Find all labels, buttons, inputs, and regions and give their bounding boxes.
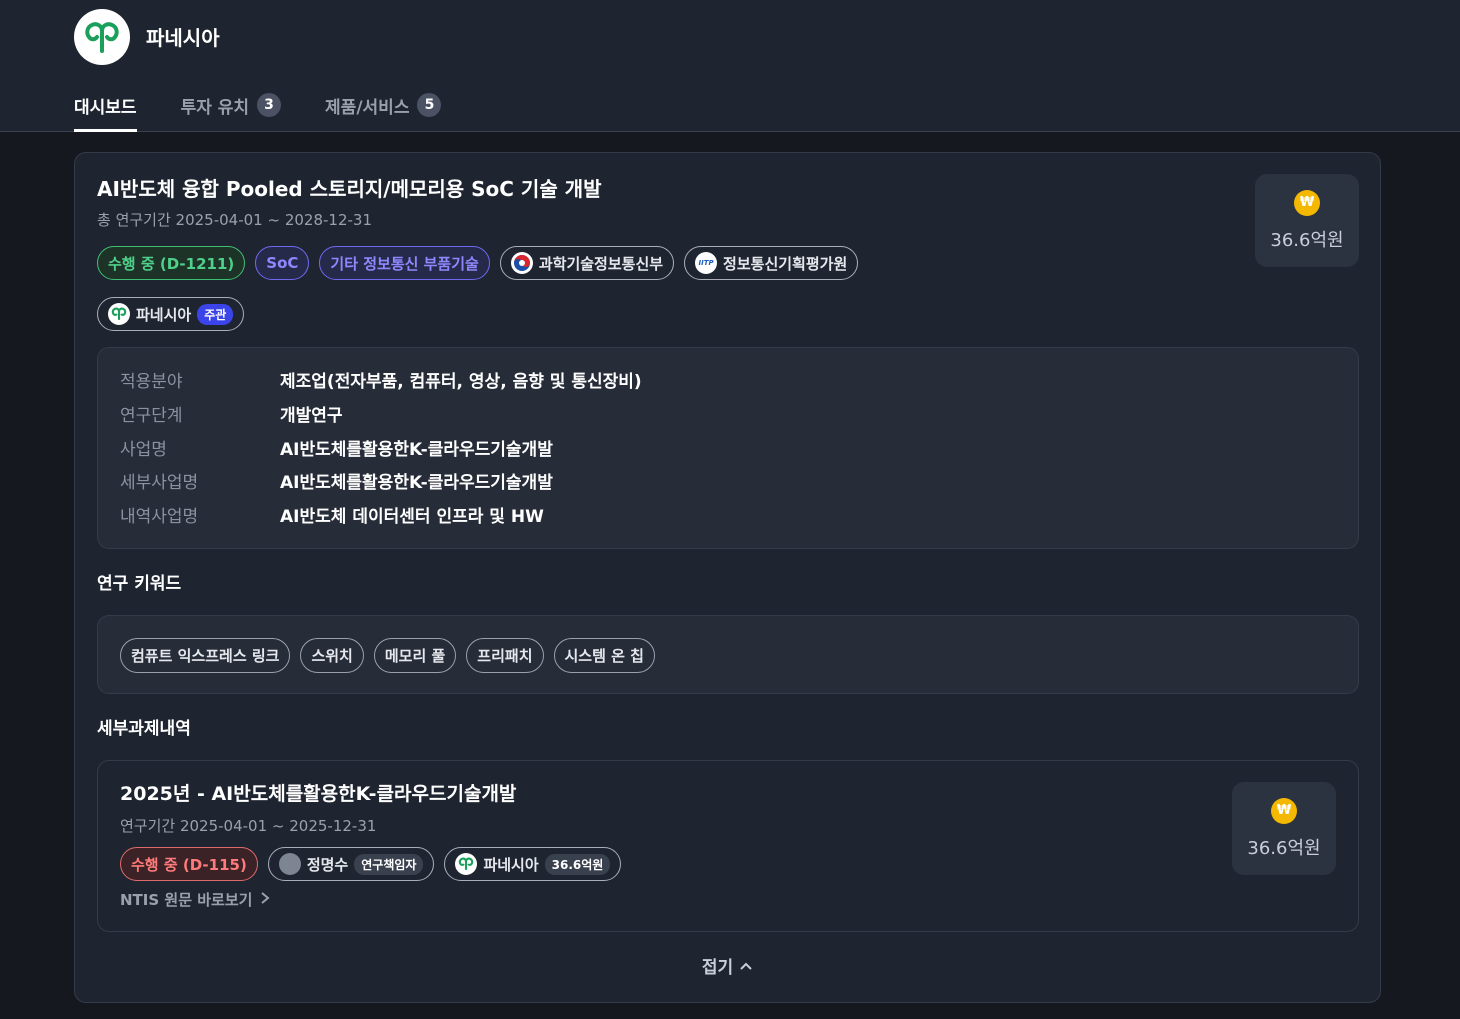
project-info-box: 적용분야 제조업(전자부품, 컴퓨터, 영상, 음향 및 통신장비) 연구단계 …	[97, 347, 1359, 549]
project-chips: 수행 중 (D-1211) SoC 기타 정보통신 부품기술 과학기술정보통신부…	[97, 246, 859, 280]
status-chip: 수행 중 (D-115)	[120, 847, 258, 881]
lead-org-row: 파네시아 주관	[97, 297, 245, 331]
lead-badge: 주관	[197, 303, 234, 325]
keyword-chip[interactable]: 스위치	[300, 638, 364, 673]
won-coin-icon: ₩	[1271, 797, 1297, 824]
project-amount: 36.6억원	[1270, 229, 1344, 251]
subtasks-heading: 세부과제내역	[97, 719, 191, 739]
ntis-link-label: NTIS 원문 바로보기	[120, 891, 253, 909]
info-label: 사업명	[120, 440, 167, 460]
info-label: 내역사업명	[120, 507, 199, 527]
tab-label: 투자 유치	[180, 97, 250, 118]
keyword-chip[interactable]: 메모리 풀	[373, 638, 457, 673]
project-title: AI반도체 융합 Pooled 스토리지/메모리용 SoC 기술 개발	[97, 177, 602, 201]
project-card: AI반도체 융합 Pooled 스토리지/메모리용 SoC 기술 개발 총 연구…	[74, 152, 1381, 1003]
info-value: AI반도체를활용한K-클라우드기술개발	[280, 440, 553, 460]
subtask-chips: 수행 중 (D-115) 정명수 연구책임자 파네시아 36.6억원	[120, 847, 622, 881]
org-chip[interactable]: 파네시아 36.6억원	[444, 847, 622, 881]
company-name: 파네시아	[146, 26, 220, 50]
info-row: 세부사업명 AI반도체를활용한K-클라우드기술개발	[120, 468, 553, 493]
subtask-title: 2025년 - AI반도체를활용한K-클라우드기술개발	[120, 783, 517, 805]
agency-chip[interactable]: IITP 정보통신기획평가원	[684, 246, 859, 280]
project-amount-box: ₩ 36.6억원	[1255, 174, 1359, 267]
info-label: 적용분야	[120, 372, 183, 392]
info-label: 세부사업명	[120, 473, 199, 493]
keywords-heading: 연구 키워드	[97, 574, 182, 594]
chip-label: 파네시아	[136, 305, 192, 324]
researcher-name: 정명수	[306, 855, 349, 874]
ntis-link[interactable]: NTIS 원문 바로보기	[120, 889, 270, 910]
collapse-label: 접기	[701, 958, 734, 978]
korea-emblem-icon	[510, 252, 533, 274]
collapse-button[interactable]: 접기	[75, 953, 1380, 978]
iitp-logo-icon: IITP	[695, 252, 718, 274]
keyword-chip[interactable]: 프리패치	[466, 638, 544, 673]
company-logo-icon[interactable]	[74, 9, 130, 65]
keyword-chip[interactable]: 시스템 온 칩	[553, 638, 655, 673]
info-row: 연구단계 개발연구	[120, 401, 343, 426]
info-row: 적용분야 제조업(전자부품, 컴퓨터, 영상, 음향 및 통신장비)	[120, 367, 642, 392]
org-amount-badge: 36.6억원	[544, 853, 611, 875]
tab-count-badge: 3	[257, 93, 282, 117]
tag-chip[interactable]: SoC	[255, 246, 310, 280]
info-value: AI반도체를활용한K-클라우드기술개발	[280, 473, 553, 493]
info-row: 사업명 AI반도체를활용한K-클라우드기술개발	[120, 435, 553, 460]
tab-label: 제품/서비스	[325, 97, 410, 118]
keyword-list: 컴퓨트 익스프레스 링크 스위치 메모리 풀 프리패치 시스템 온 칩	[120, 638, 655, 673]
company-logo-icon	[108, 303, 130, 325]
chevron-right-icon	[260, 891, 270, 909]
keyword-chip[interactable]: 컴퓨트 익스프레스 링크	[120, 638, 291, 673]
project-period: 총 연구기간 2025-04-01 ~ 2028-12-31	[97, 211, 372, 229]
chip-label: 과학기술정보통신부	[538, 254, 664, 273]
top-bar: 파네시아 대시보드 투자 유치 3 제품/서비스 5	[0, 0, 1460, 132]
tab-products[interactable]: 제품/서비스 5	[325, 92, 442, 118]
lead-org-chip[interactable]: 파네시아 주관	[97, 297, 245, 331]
won-coin-icon: ₩	[1294, 189, 1320, 216]
tab-label: 대시보드	[74, 97, 137, 118]
subtask-amount-box: ₩ 36.6억원	[1232, 782, 1336, 875]
tag-chip[interactable]: 기타 정보통신 부품기술	[319, 246, 490, 280]
subtask-card: 2025년 - AI반도체를활용한K-클라우드기술개발 연구기간 2025-04…	[97, 760, 1359, 932]
company-logo-icon	[455, 853, 478, 875]
tab-bar: 대시보드 투자 유치 3 제품/서비스 5	[74, 92, 442, 132]
role-badge: 연구책임자	[354, 853, 424, 875]
ministry-chip[interactable]: 과학기술정보통신부	[499, 246, 675, 280]
info-label: 연구단계	[120, 406, 183, 426]
org-name: 파네시아	[483, 855, 539, 874]
subtask-amount: 36.6억원	[1247, 837, 1321, 859]
researcher-chip[interactable]: 정명수 연구책임자	[267, 847, 435, 881]
info-value: 제조업(전자부품, 컴퓨터, 영상, 음향 및 통신장비)	[280, 372, 642, 392]
chip-label: 정보통신기획평가원	[723, 254, 848, 273]
info-row: 내역사업명 AI반도체 데이터센터 인프라 및 HW	[120, 502, 544, 527]
keywords-box: 컴퓨트 익스프레스 링크 스위치 메모리 풀 프리패치 시스템 온 칩	[97, 615, 1359, 694]
subtask-period: 연구기간 2025-04-01 ~ 2025-12-31	[120, 817, 377, 835]
info-value: AI반도체 데이터센터 인프라 및 HW	[280, 507, 544, 527]
tab-investment[interactable]: 투자 유치 3	[180, 92, 282, 118]
tab-count-badge: 5	[417, 93, 442, 117]
avatar	[278, 853, 301, 875]
info-value: 개발연구	[280, 406, 343, 426]
tab-dashboard[interactable]: 대시보드	[74, 92, 137, 132]
status-chip: 수행 중 (D-1211)	[97, 246, 246, 280]
chevron-up-icon	[739, 956, 753, 976]
